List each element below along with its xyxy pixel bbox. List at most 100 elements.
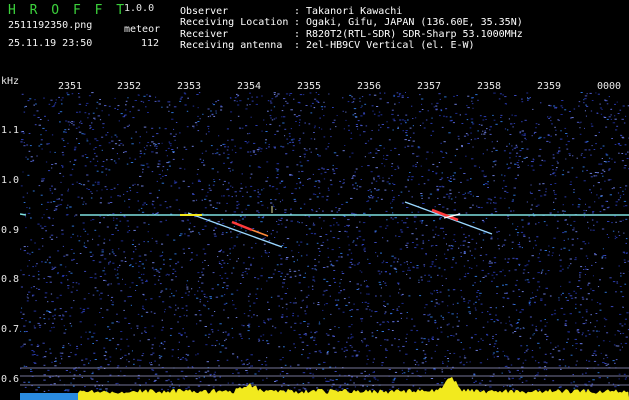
noise-speck [493, 92, 496, 94]
noise-speck [289, 94, 291, 96]
noise-speck [223, 309, 225, 311]
noise-speck [229, 248, 231, 250]
noise-speck [415, 348, 419, 350]
noise-speck [92, 112, 95, 114]
noise-speck [303, 333, 305, 335]
noise-speck [189, 260, 191, 261]
noise-speck [81, 359, 84, 361]
noise-speck [101, 110, 103, 112]
noise-speck [425, 253, 427, 255]
noise-speck [567, 267, 569, 269]
noise-speck [142, 353, 145, 355]
noise-speck [624, 261, 627, 263]
noise-speck [567, 338, 569, 340]
noise-speck [318, 363, 321, 365]
noise-speck [161, 319, 163, 321]
noise-speck [171, 349, 174, 351]
noise-speck [517, 319, 520, 321]
noise-speck [537, 342, 540, 344]
noise-speck [418, 281, 420, 283]
noise-speck [92, 129, 95, 130]
noise-speck [39, 317, 42, 319]
noise-speck [384, 282, 387, 284]
noise-speck [306, 243, 309, 245]
noise-speck [494, 227, 497, 229]
noise-speck [158, 364, 160, 366]
noise-speck [23, 381, 26, 383]
noise-speck [300, 307, 303, 309]
noise-speck [63, 146, 66, 147]
noise-speck [326, 353, 329, 355]
noise-speck [406, 378, 408, 380]
noise-speck [481, 170, 484, 172]
noise-speck [366, 355, 368, 357]
noise-speck [43, 97, 45, 99]
noise-speck [463, 252, 466, 254]
noise-speck [449, 353, 451, 354]
noise-speck [478, 233, 481, 235]
noise-speck [539, 347, 541, 349]
noise-speck [33, 325, 35, 327]
noise-speck [36, 155, 38, 157]
noise-speck [175, 199, 178, 201]
noise-speck [273, 118, 276, 120]
noise-speck [602, 145, 605, 147]
noise-speck [112, 262, 115, 264]
noise-speck [269, 100, 272, 102]
noise-speck [285, 153, 287, 155]
noise-speck [439, 98, 441, 100]
noise-speck [439, 217, 442, 218]
noise-speck [502, 284, 504, 286]
noise-speck [212, 103, 214, 105]
noise-speck [266, 340, 269, 342]
noise-speck [308, 216, 311, 218]
noise-speck [559, 265, 562, 267]
noise-speck [387, 127, 390, 129]
noise-speck [494, 202, 497, 204]
noise-speck [286, 238, 290, 240]
noise-speck [23, 331, 26, 333]
noise-speck [449, 181, 452, 182]
noise-speck [341, 204, 344, 205]
noise-speck [330, 136, 332, 138]
noise-speck [447, 336, 449, 338]
noise-speck [195, 378, 198, 380]
noise-speck [107, 132, 109, 133]
noise-speck [68, 271, 71, 273]
noise-speck [102, 123, 105, 125]
noise-speck [68, 124, 70, 126]
noise-speck [607, 161, 610, 163]
noise-speck [607, 221, 610, 222]
noise-speck [450, 248, 453, 250]
noise-speck [104, 258, 107, 260]
noise-speck [141, 263, 144, 265]
noise-speck [80, 336, 82, 338]
noise-speck [461, 123, 464, 124]
noise-speck [585, 298, 588, 300]
noise-speck [570, 382, 573, 384]
noise-speck [402, 130, 404, 132]
noise-speck [96, 101, 99, 103]
noise-speck [257, 149, 260, 151]
noise-speck [315, 344, 317, 346]
noise-speck [364, 142, 367, 144]
noise-speck [118, 139, 121, 141]
noise-speck [209, 296, 212, 298]
noise-speck [593, 350, 597, 352]
noise-speck [151, 267, 154, 269]
noise-speck [405, 132, 408, 134]
noise-speck [109, 253, 111, 255]
noise-speck [229, 258, 231, 260]
noise-speck [436, 383, 439, 385]
noise-speck [508, 118, 510, 120]
noise-speck [28, 274, 30, 276]
noise-speck [65, 389, 68, 391]
noise-speck [257, 191, 259, 193]
noise-speck [553, 201, 555, 203]
noise-speck [404, 146, 406, 148]
noise-speck [198, 310, 201, 311]
noise-speck [204, 305, 206, 307]
noise-speck [494, 343, 497, 345]
noise-speck [389, 388, 392, 390]
noise-speck [351, 376, 353, 378]
